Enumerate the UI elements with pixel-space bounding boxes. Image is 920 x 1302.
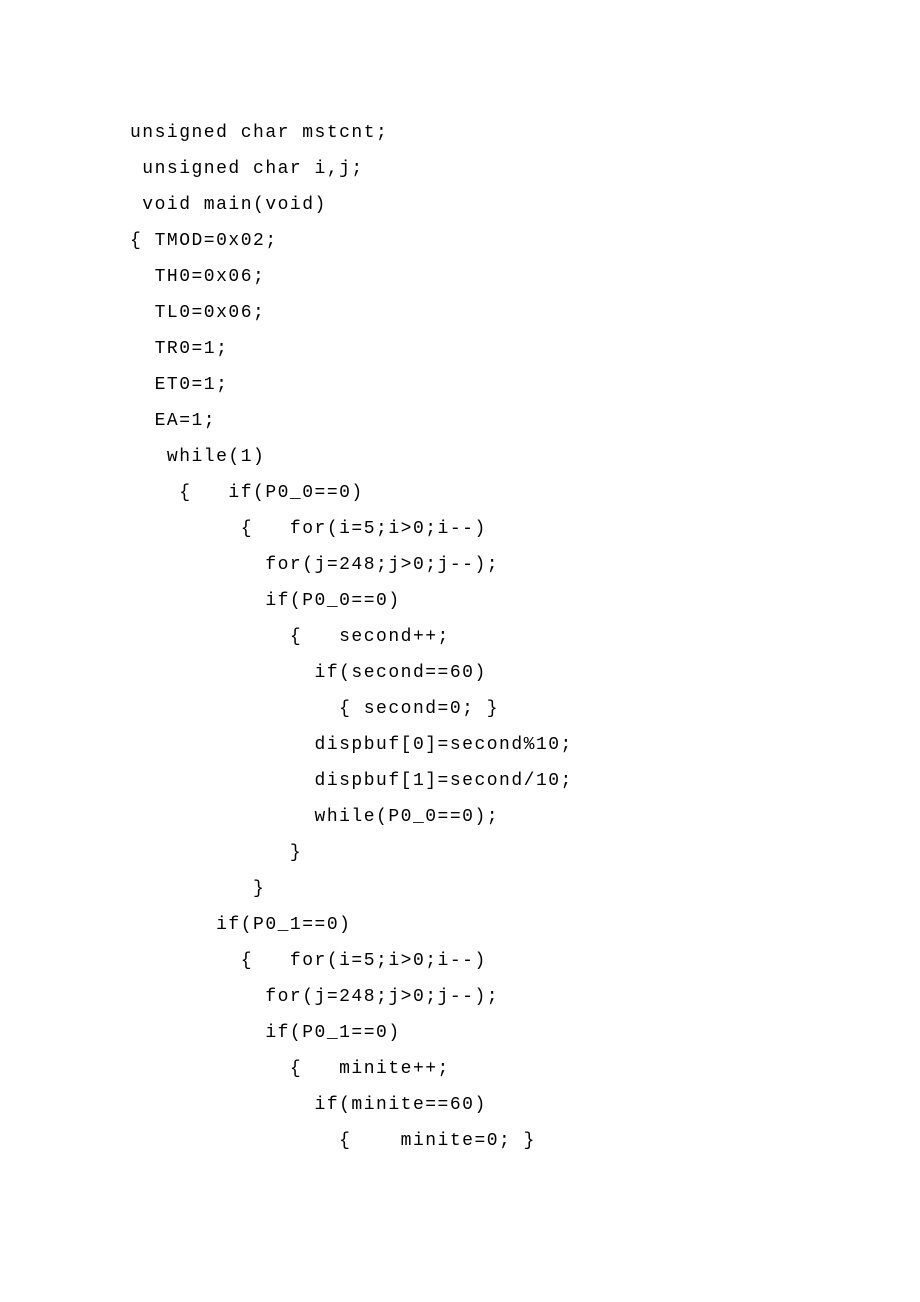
code-line: { second++;	[130, 619, 790, 655]
code-line: dispbuf[0]=second%10;	[130, 727, 790, 763]
code-line: TR0=1;	[130, 331, 790, 367]
code-line: }	[130, 835, 790, 871]
code-line: while(1)	[130, 439, 790, 475]
code-line: while(P0_0==0);	[130, 799, 790, 835]
code-line: if(second==60)	[130, 655, 790, 691]
code-line: { if(P0_0==0)	[130, 475, 790, 511]
code-line: if(minite==60)	[130, 1087, 790, 1123]
code-line: TL0=0x06;	[130, 295, 790, 331]
code-line: if(P0_0==0)	[130, 583, 790, 619]
code-line: EA=1;	[130, 403, 790, 439]
code-line: unsigned char mstcnt;	[130, 115, 790, 151]
code-line: { second=0; }	[130, 691, 790, 727]
code-line: { minite++;	[130, 1051, 790, 1087]
code-line: { for(i=5;i>0;i--)	[130, 943, 790, 979]
code-line: }	[130, 871, 790, 907]
code-line: for(j=248;j>0;j--);	[130, 547, 790, 583]
code-line: { minite=0; }	[130, 1123, 790, 1159]
code-line: if(P0_1==0)	[130, 1015, 790, 1051]
code-line: { TMOD=0x02;	[130, 223, 790, 259]
code-line: ET0=1;	[130, 367, 790, 403]
code-document: unsigned char mstcnt; unsigned char i,j;…	[0, 0, 920, 1239]
code-line: void main(void)	[130, 187, 790, 223]
code-line: dispbuf[1]=second/10;	[130, 763, 790, 799]
code-line: for(j=248;j>0;j--);	[130, 979, 790, 1015]
code-line: if(P0_1==0)	[130, 907, 790, 943]
code-line: unsigned char i,j;	[130, 151, 790, 187]
code-line: TH0=0x06;	[130, 259, 790, 295]
code-line: { for(i=5;i>0;i--)	[130, 511, 790, 547]
